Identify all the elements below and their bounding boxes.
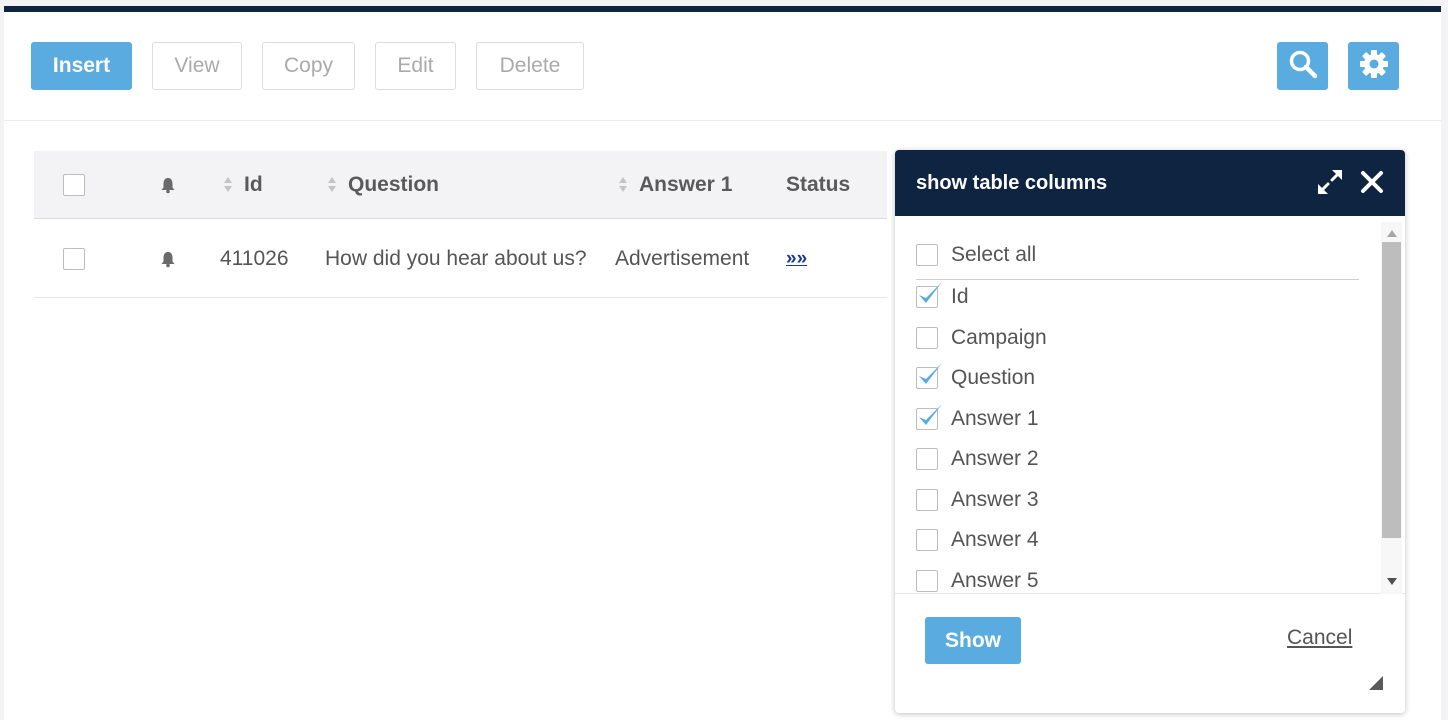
table-header: Id Question Answer 1 Status [34,151,887,219]
scroll-thumb[interactable] [1382,242,1401,538]
cell-question: How did you hear about us? [325,247,587,270]
column-header-question[interactable]: Question [328,151,439,219]
checkbox[interactable] [916,570,938,592]
cell-answer-1: Advertisement [615,247,750,270]
settings-button[interactable] [1348,42,1399,90]
option-label: Answer 1 [951,407,1039,430]
column-label: Status [786,173,851,196]
edit-button[interactable]: Edit [375,42,456,90]
page-edge [1441,0,1448,720]
column-option-answer-2[interactable]: Answer 2 [916,444,1039,474]
option-label: Answer 3 [951,488,1039,511]
option-label: Campaign [951,326,1047,349]
checkbox[interactable] [916,448,938,470]
checkbox[interactable] [916,327,938,349]
option-label: Id [951,285,969,308]
view-button[interactable]: View [152,42,242,90]
cell-id: 411026 [220,247,289,270]
column-label: Answer 1 [639,173,733,196]
toolbar: Insert View Copy Edit Delete [4,12,1441,121]
search-button[interactable] [1277,42,1328,90]
sort-icon [619,176,629,194]
column-option-answer-4[interactable]: Answer 4 [916,525,1039,555]
bell-icon [159,151,177,219]
scrollbar[interactable] [1381,222,1402,594]
column-option-campaign[interactable]: Campaign [916,323,1047,353]
column-label: Question [348,173,440,196]
column-option-answer-5[interactable]: Answer 5 [916,566,1039,594]
search-icon [1288,49,1318,84]
cell-status: »» [786,220,807,298]
column-option-answer-3[interactable]: Answer 3 [916,485,1039,515]
column-option-question[interactable]: Question [916,363,1035,393]
column-option-id[interactable]: Id [916,282,969,312]
checkbox[interactable] [916,489,938,511]
bell-icon [159,220,177,298]
column-header-status[interactable]: Status [786,151,850,219]
scroll-up-icon[interactable] [1387,230,1397,237]
checkbox-checked[interactable] [916,282,942,308]
row-select[interactable] [63,220,85,298]
checkbox-checked[interactable] [916,363,942,389]
insert-button[interactable]: Insert [31,42,132,90]
header-checkbox[interactable] [63,174,85,196]
resize-handle[interactable] [1369,676,1383,690]
status-link[interactable]: »» [786,248,807,270]
expand-icon[interactable] [1316,168,1344,196]
column-header-answer-1[interactable]: Answer 1 [619,151,732,219]
select-all-rows[interactable] [63,151,85,219]
column-label: Id [244,173,263,196]
row-checkbox[interactable] [63,248,85,270]
sort-icon [224,176,234,194]
dialog-title: show table columns [916,171,1108,194]
column-option-answer-1[interactable]: Answer 1 [916,404,1039,434]
cancel-link[interactable]: Cancel [1287,626,1352,650]
option-label: Answer 5 [951,569,1039,592]
column-options: Id Campaign Question Answer 1 Answer 2 A… [895,216,1405,594]
copy-button[interactable]: Copy [262,42,355,90]
delete-button[interactable]: Delete [476,42,584,90]
option-label: Answer 2 [951,447,1039,470]
option-label: Question [951,366,1036,389]
scroll-down-icon[interactable] [1387,578,1397,585]
column-header-id[interactable]: Id [224,151,263,219]
checkbox-checked[interactable] [916,404,942,430]
option-label: Answer 4 [951,528,1039,551]
sort-icon [328,176,338,194]
gear-icon [1359,49,1389,84]
column-chooser-dialog: show table columns Select all Id Campaig… [895,150,1405,713]
table-row[interactable]: 411026 How did you hear about us? Advert… [34,220,887,298]
dialog-header: show table columns [895,150,1405,216]
checkbox[interactable] [916,529,938,551]
close-icon[interactable] [1358,168,1386,196]
show-button[interactable]: Show [925,617,1021,664]
